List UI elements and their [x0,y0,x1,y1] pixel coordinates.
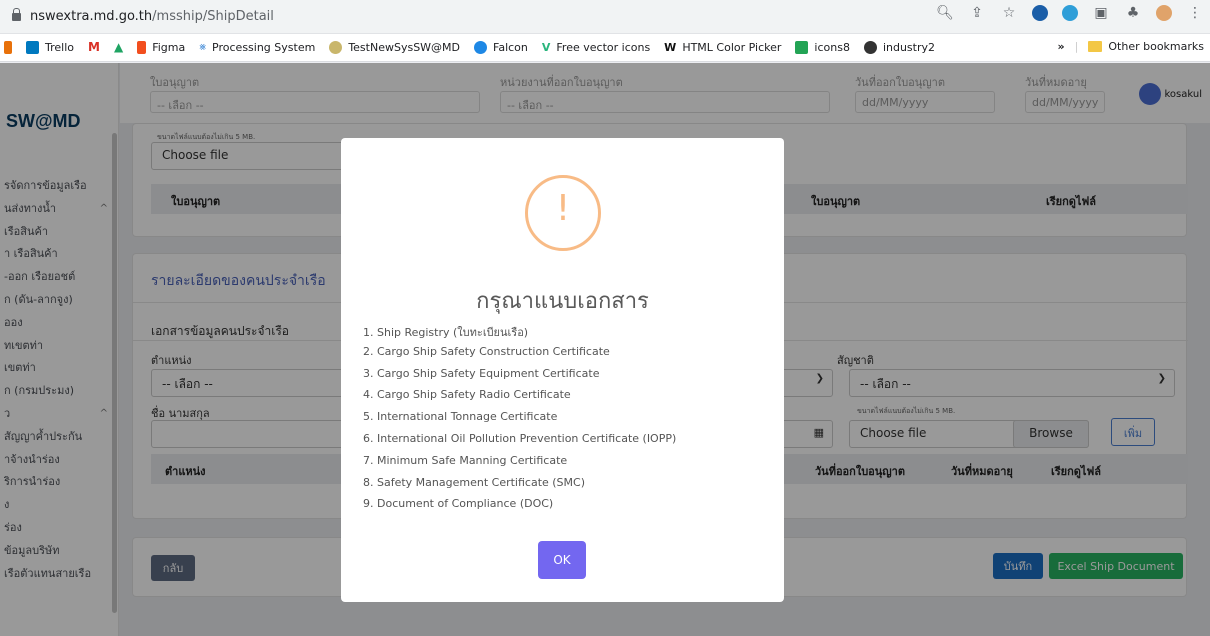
w3-icon: W [664,40,677,54]
bookmark-trello[interactable]: Trello [26,40,74,54]
document-list-item: 1. Ship Registry (ใบทะเบียนเรือ) [363,326,529,339]
globe-icon [863,40,877,54]
bookmarks-bar: Trello M ▲ Figma ⨳ Processing System Test… [0,34,1210,62]
bookmark-icons8[interactable]: icons8 [795,40,850,54]
menu-kebab-icon[interactable]: ⋮ [1186,5,1204,21]
icons8-icon [795,40,809,54]
document-list-item: 6. International Oil Pollution Preventio… [363,431,677,445]
document-list-item: 2. Cargo Ship Safety Construction Certif… [363,344,610,358]
extension-icon[interactable] [1062,5,1078,21]
profile-avatar-icon[interactable] [1156,5,1172,21]
ok-button[interactable]: OK [538,541,586,579]
bookmark-label: Processing System [212,40,316,54]
falcon-icon [474,40,488,54]
bookmark-favicon [4,40,12,54]
document-list-item: 3. Cargo Ship Safety Equipment Certifica… [363,366,600,380]
processing-icon: ⨳ [199,40,207,53]
bookmark-testnewsys[interactable]: TestNewSysSW@MD [329,40,461,54]
ok-label: OK [553,553,571,567]
bookmark-html-color-picker[interactable]: W HTML Color Picker [664,41,781,54]
extension-icon[interactable] [1032,5,1048,21]
folder-icon [1088,41,1103,52]
bookmark-label: industry2 [882,40,936,54]
bookmark-label: icons8 [814,40,850,54]
dialog-title: กรุณาแนบเอกสาร [476,289,649,314]
bookmark-label: Falcon [493,40,528,54]
document-list-item: 4. Cargo Ship Safety Radio Certificate [363,388,571,402]
bookmark-falcon[interactable]: Falcon [474,40,528,54]
share-icon[interactable]: ⇪ [968,5,986,21]
document-list-item: 5. International Tonnage Certificate [363,410,558,424]
drive-icon: ▲ [113,40,124,54]
vector-icon: V [541,40,551,54]
document-list-item: 7. Minimum Safe Manning Certificate [363,453,568,467]
bookmark-label: TestNewSysSW@MD [348,40,461,54]
browser-address-bar: nswextra.md.go.th/msship/ShipDetail 🔍︎ ⇪… [0,0,1210,34]
bookmark-gmail[interactable]: M [88,40,100,54]
gmail-icon: M [88,40,100,54]
figma-icon [137,40,147,54]
puzzle-icon[interactable]: ♣ [1124,5,1142,21]
camera-icon[interactable]: ▣ [1092,5,1110,21]
attach-documents-dialog: ! กรุณาแนบเอกสาร 1. Ship Registry (ใบทะเ… [341,138,784,602]
bookmark-processing-system[interactable]: ⨳ Processing System [199,40,315,54]
bookmark-label: Trello [45,40,74,54]
testnewsys-icon [329,40,343,54]
url-host: nswextra.md.go.th [30,9,153,24]
browser-toolbar-icons: 🔍︎ ⇪ ☆ ▣ ♣ ⋮ [936,3,1204,23]
bookmark-drive[interactable]: ▲ [114,40,123,54]
document-list-item: 8. Safety Management Certificate (SMC) [363,475,586,489]
bookmarks-overflow-button[interactable]: » [1058,40,1065,53]
bookmarks-divider: | [1074,40,1079,53]
trello-icon [26,40,39,54]
url-path: /msship/ShipDetail [152,9,274,24]
url-text[interactable]: nswextra.md.go.th/msship/ShipDetail [30,9,274,24]
bookmark-industry2[interactable]: industry2 [863,40,936,54]
star-icon[interactable]: ☆ [1000,5,1018,21]
warning-glyph: ! [555,188,571,229]
other-bookmarks[interactable]: Other bookmarks [1088,40,1204,53]
document-list-item: 9. Document of Compliance (DOC) [363,497,554,511]
bookmark-free-vector-icons[interactable]: V Free vector icons [542,41,650,54]
zoom-icon[interactable]: 🔍︎ [936,5,954,21]
lock-icon [12,8,21,21]
bookmark-figma[interactable]: Figma [137,40,186,54]
bookmark-label: Free vector icons [556,40,651,54]
bookmark-label: HTML Color Picker [682,40,782,54]
warning-icon: ! [525,175,601,251]
other-bookmarks-label: Other bookmarks [1108,40,1204,53]
bookmark-label: Figma [152,40,186,54]
required-documents-list: 1. Ship Registry (ใบทะเบียนเรือ) 2. Cargo… [363,323,773,519]
